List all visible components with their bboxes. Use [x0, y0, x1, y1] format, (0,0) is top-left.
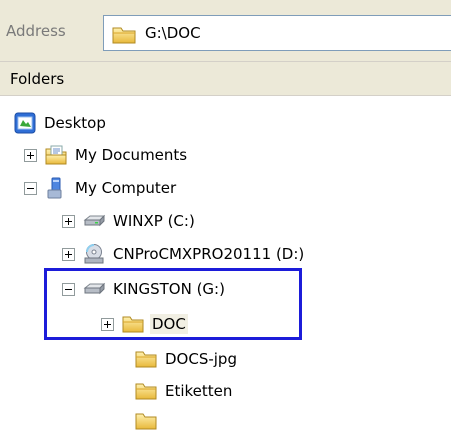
tree-item-winxp[interactable]: WINXP (C:): [62, 208, 197, 234]
expand-plus-icon[interactable]: [24, 148, 37, 162]
tree-item-my-computer[interactable]: My Computer: [24, 175, 178, 201]
expand-plus-icon[interactable]: [62, 214, 75, 228]
tree-item-partial: [135, 408, 163, 434]
tree-label-my-computer: My Computer: [75, 179, 177, 197]
address-field[interactable]: G:\DOC: [103, 15, 451, 51]
address-bar: Address G:\DOC: [0, 0, 451, 62]
desktop-icon: [14, 112, 36, 134]
expand-plus-icon[interactable]: [62, 247, 75, 261]
tree-item-desktop[interactable]: Desktop: [14, 110, 108, 136]
folder-tree: Desktop My Documents My Computer WINXP (…: [0, 96, 451, 430]
folder-icon: [135, 383, 157, 400]
tree-label-winxp: WINXP (C:): [113, 212, 195, 230]
folders-panel-header: Folders: [0, 62, 451, 96]
my-documents-icon: [45, 145, 67, 165]
highlight-box: [44, 268, 302, 340]
tree-item-docs-jpg[interactable]: DOCS-jpg: [135, 346, 239, 372]
folder-icon: [112, 27, 136, 44]
tree-item-my-documents[interactable]: My Documents: [24, 142, 189, 168]
tree-item-cnpro[interactable]: CNProCMXPRO20111 (D:): [62, 241, 306, 267]
folder-icon: [135, 351, 157, 368]
tree-label-my-documents: My Documents: [75, 146, 188, 164]
tree-label-cnpro: CNProCMXPRO20111 (D:): [113, 245, 305, 263]
tree-item-etiketten[interactable]: Etiketten: [135, 378, 234, 404]
folders-title: Folders: [10, 70, 65, 88]
tree-label-desktop: Desktop: [44, 114, 106, 132]
my-computer-icon: [47, 177, 62, 199]
tree-label-etiketten: Etiketten: [165, 382, 233, 400]
folder-icon: [135, 413, 157, 430]
hard-drive-icon: [83, 214, 105, 227]
collapse-minus-icon[interactable]: [24, 181, 37, 195]
cd-drive-icon: [84, 244, 104, 264]
tree-label-docs-jpg: DOCS-jpg: [165, 350, 237, 368]
address-label: Address: [6, 22, 66, 40]
address-value: G:\DOC: [145, 24, 201, 42]
